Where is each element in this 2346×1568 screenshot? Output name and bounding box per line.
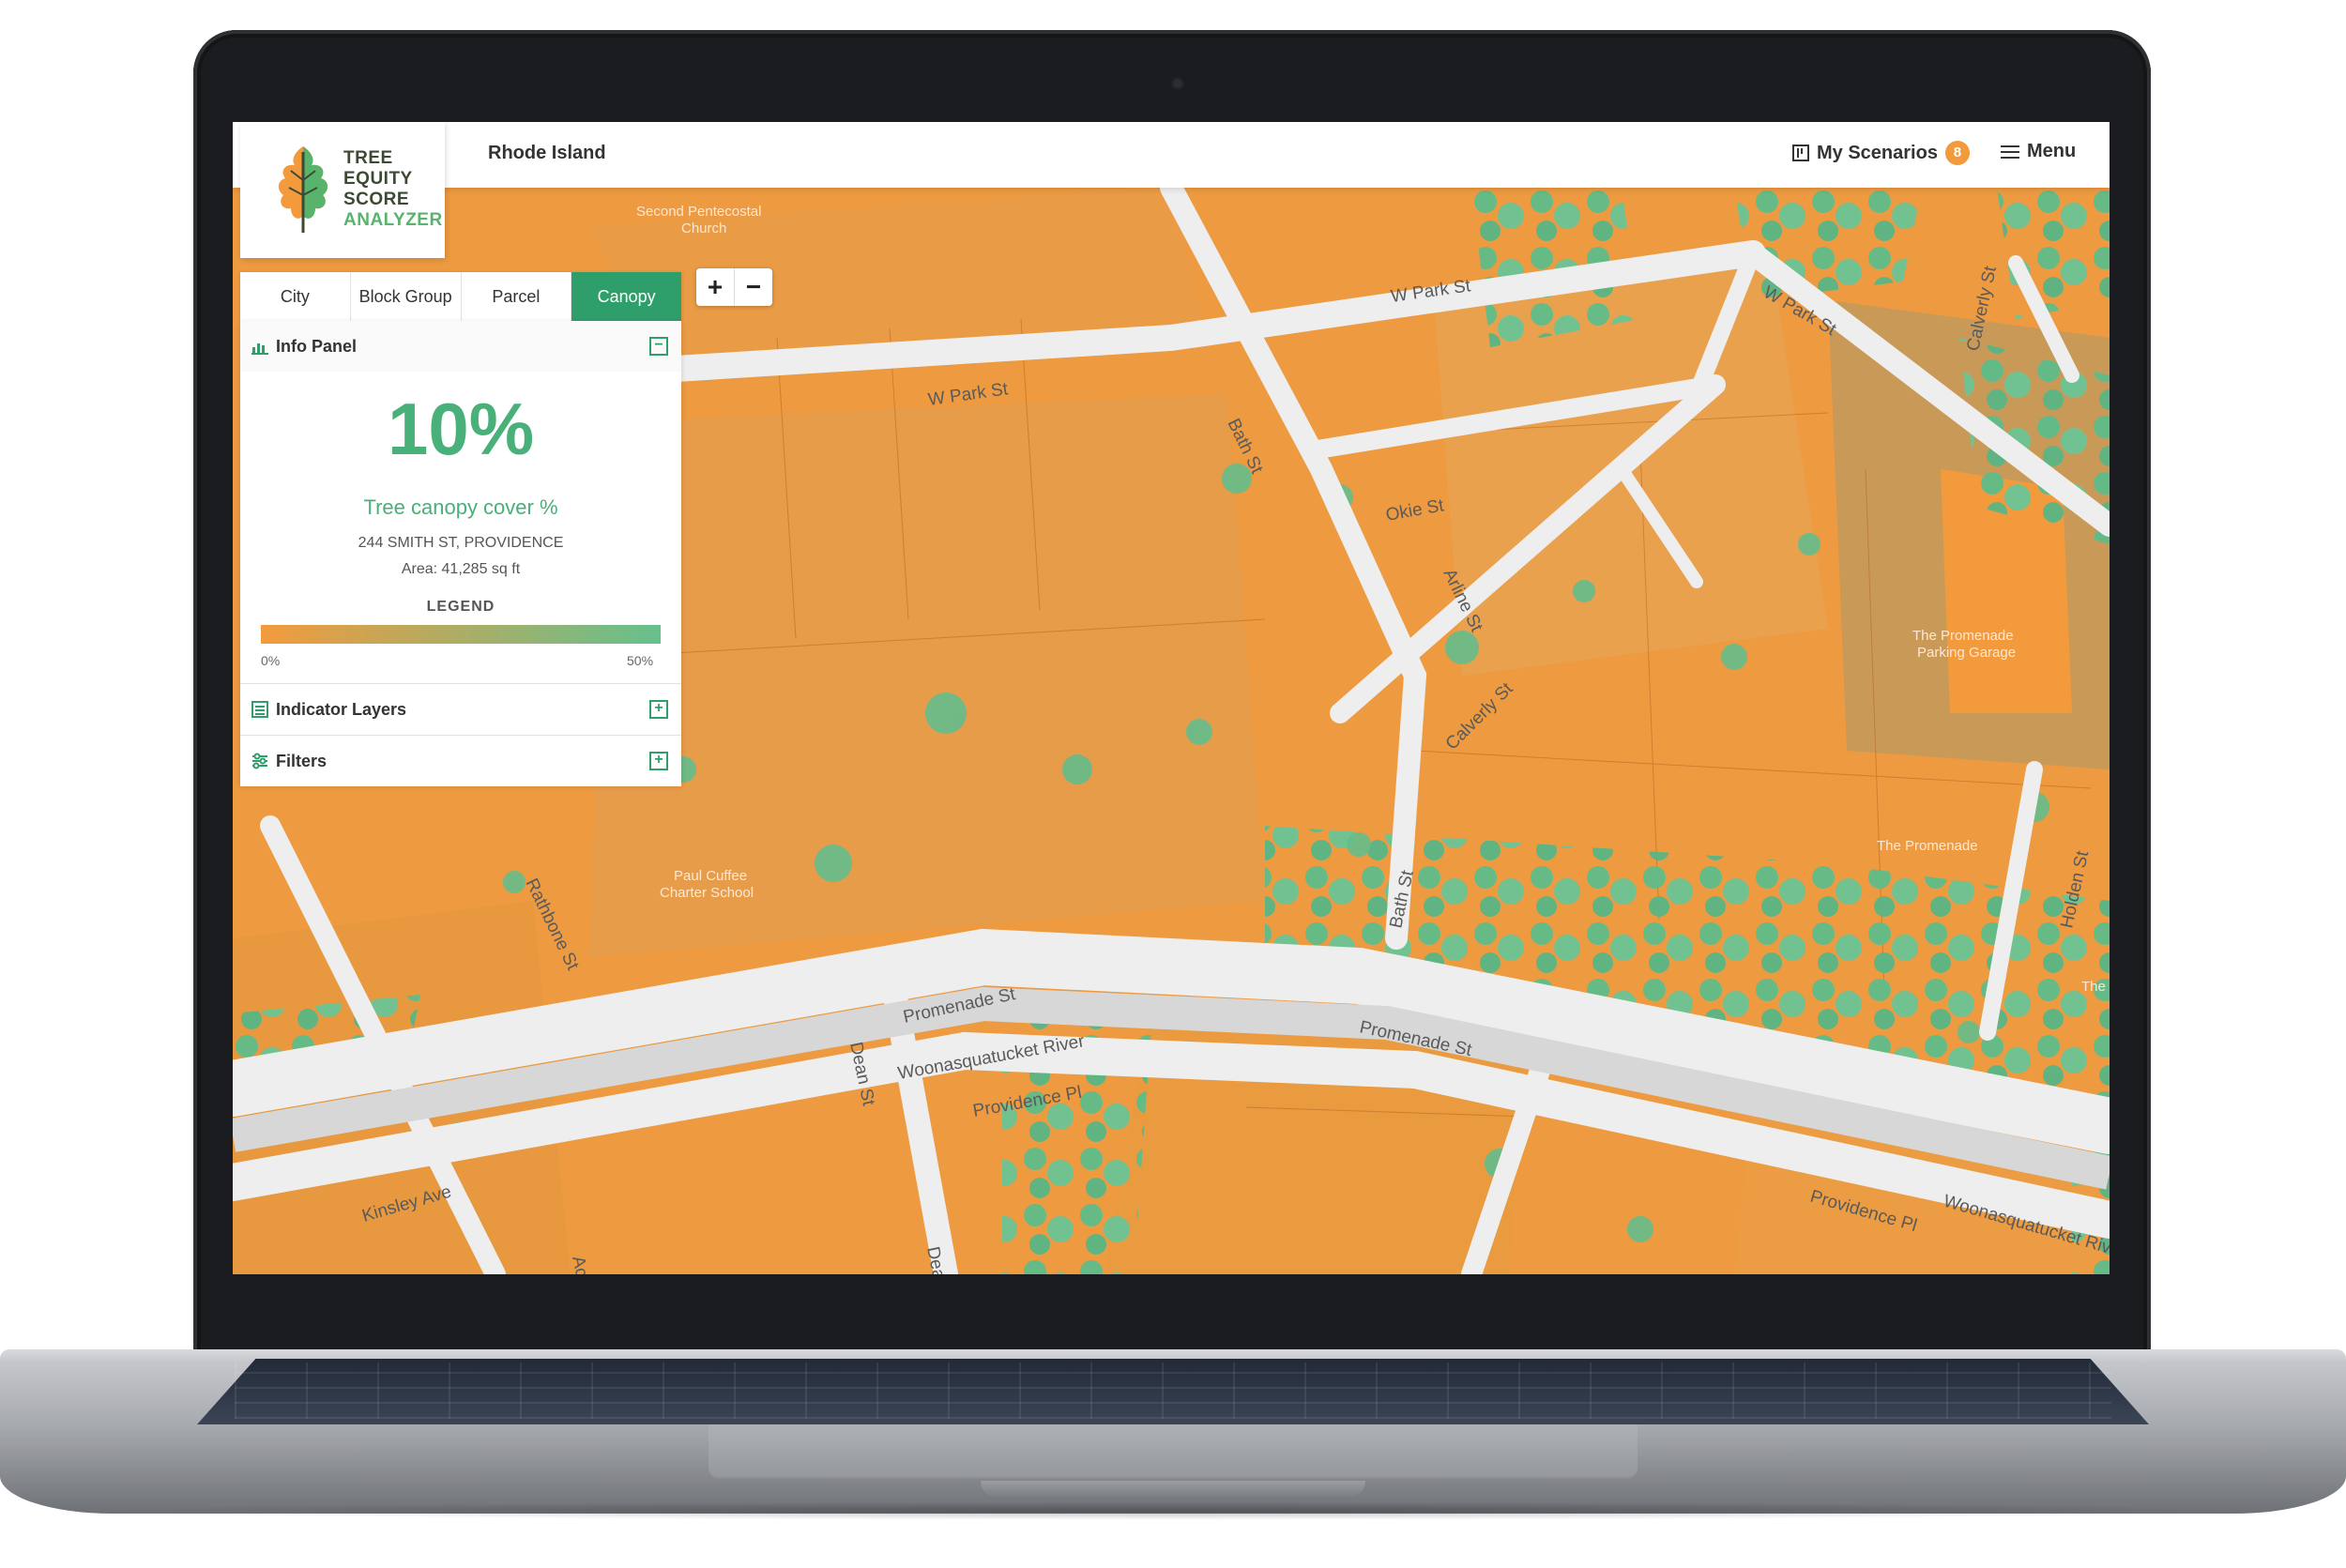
region-title: Rhode Island [488,143,606,163]
poi-label: Parking Garage [1917,645,2016,661]
tab-canopy[interactable]: Canopy [571,272,681,321]
menu-label: Menu [2027,141,2077,161]
keyboard-keys [235,1362,2111,1419]
logo-line: ANALYZER [343,210,443,230]
geography-tabs: City Block Group Parcel Canopy [240,272,681,321]
zoom-in-button[interactable]: + [696,268,735,306]
poi-label: Church [681,221,726,236]
poi-label: The [2081,979,2106,995]
info-panel-title: Info Panel [276,336,358,356]
menu-button[interactable]: Menu [2001,141,2076,162]
hamburger-icon [2001,145,2019,159]
scenarios-icon [1792,145,1809,161]
tab-parcel[interactable]: Parcel [462,272,572,321]
oak-leaf-icon [278,146,328,233]
parcel-address: 244 SMITH ST, PROVIDENCE [358,535,564,551]
tab-city[interactable]: City [240,272,351,321]
webcam [1173,79,1182,88]
app-logo[interactable]: TREE EQUITY SCORE ANALYZER [240,122,445,258]
laptop-shadow [56,1501,2290,1520]
logo-line: EQUITY [343,169,413,189]
sliders-icon [252,753,267,769]
legend-min: 0% [261,653,281,668]
indicator-layers-label: Indicator Layers [276,699,407,719]
my-scenarios-label: My Scenarios [1817,142,1938,163]
poi-label: Paul Cuffee [674,868,747,884]
collapse-icon[interactable]: − [649,337,668,356]
poi-label: Charter School [660,885,754,901]
zoom-out-button[interactable]: − [735,268,772,306]
legend-max: 50% [627,653,654,668]
chart-icon [251,343,268,355]
canopy-value: 10% [387,388,535,470]
layers-icon [251,701,268,718]
my-scenarios-button[interactable]: My Scenarios 8 [1792,141,1970,165]
parcel-area: Area: 41,285 sq ft [401,561,521,577]
poi-label: The Promenade [1877,838,1978,854]
legend-gradient [261,625,661,644]
side-panel: Info Panel − 10% Tree canopy cover % 244… [240,321,681,786]
logo-line: SCORE [343,190,410,209]
info-panel-header[interactable]: Info Panel − [240,321,681,372]
poi-label: The Promenade [1912,628,2014,644]
logo-text: TREE EQUITY SCORE ANALYZER [343,148,443,231]
expand-icon[interactable]: + [649,700,668,719]
filters-header[interactable]: Filters + [240,736,681,786]
scenarios-count-badge: 8 [1944,141,1970,165]
screen: W Park St W Park St W Park St Bath St Ok… [233,122,2110,1274]
trackpad [708,1424,1638,1479]
indicator-layers-header[interactable]: Indicator Layers + [240,684,681,735]
filters-label: Filters [276,751,328,770]
lid-notch [981,1481,1365,1498]
top-bar: Rhode Island My Scenarios 8 Menu [233,122,2110,188]
tab-block-group[interactable]: Block Group [351,272,462,321]
poi-label: Second Pentecostal [636,204,761,220]
zoom-controls: + − [696,268,772,306]
logo-line: TREE [343,148,393,168]
metric-label: Tree canopy cover % [363,495,558,519]
legend-title: LEGEND [426,599,495,615]
expand-icon[interactable]: + [649,752,668,770]
